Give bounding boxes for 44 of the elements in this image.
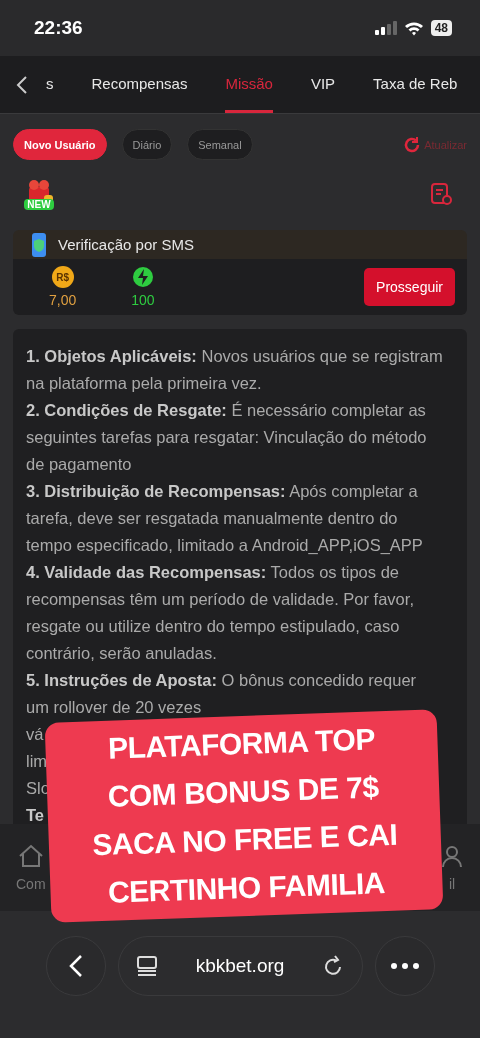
caption-text: COM BONUS DE 7$ bbox=[107, 769, 380, 815]
phone-shield-icon bbox=[32, 232, 46, 257]
back-icon[interactable] bbox=[16, 74, 28, 95]
tab[interactable]: Recompensas bbox=[91, 56, 188, 113]
filter-chip[interactable]: Diário bbox=[121, 129, 173, 160]
rule-text: vá bbox=[26, 724, 44, 745]
wifi-icon bbox=[403, 20, 424, 36]
filter-chip[interactable]: Semanal bbox=[187, 129, 253, 160]
reward-amount: 7,00 bbox=[49, 292, 77, 308]
caption-text: SACA NO FREE E CAI bbox=[91, 816, 398, 864]
rule-text: um rollover de 20 vezes bbox=[26, 697, 202, 718]
tab[interactable]: Missão bbox=[225, 56, 273, 113]
tab[interactable]: s bbox=[46, 56, 54, 113]
rule-text: 3. Distribuição de Recompensas: Após completar a tarefa, deve ser resgatada manualmente dentro do tempo especificado, limitado a Android_APP,iOS_APP bbox=[26, 481, 424, 556]
tab[interactable]: VIP bbox=[310, 56, 336, 113]
nav-label[interactable]: Com bbox=[16, 875, 46, 892]
more-icon[interactable] bbox=[390, 963, 419, 969]
points-amount: 100 bbox=[131, 292, 155, 308]
profile-icon[interactable] bbox=[440, 843, 464, 868]
rule-text: lim bbox=[26, 751, 48, 772]
nav-label[interactable]: il bbox=[448, 875, 456, 892]
filter-chip[interactable]: Novo Usuário bbox=[13, 129, 107, 160]
url-text: kbkbet.org bbox=[195, 955, 285, 977]
coin-icon: R$ bbox=[51, 266, 74, 288]
refresh-icon[interactable] bbox=[403, 135, 422, 154]
gift-badge: NEW bbox=[19, 178, 59, 210]
caption-text: CERTINHO FAMILIA bbox=[107, 865, 386, 911]
document-icon[interactable] bbox=[429, 182, 453, 206]
rule-text: 4. Validade das Recompensas: Todos os tipos de recompensas têm um período de validade. Por favor, resgate ou utilize dentro do tempo estipulado, caso contrário, serão anuladas. bbox=[26, 562, 415, 664]
rule-text: Te bbox=[26, 805, 45, 824]
task-title: Verificação por SMS bbox=[58, 236, 194, 253]
battery-icon: 48 bbox=[430, 20, 452, 36]
home-icon[interactable] bbox=[17, 843, 44, 868]
lightning-icon bbox=[131, 266, 154, 288]
rule-text: 1. Objetos Aplicáveis: Novos usuários que se registram na plataforma pela primeira vez. bbox=[26, 346, 444, 394]
caption-text: PLATAFORMA TOP bbox=[107, 721, 376, 767]
tabs-icon[interactable] bbox=[136, 956, 157, 976]
tab[interactable]: Taxa de Reb bbox=[373, 56, 458, 113]
signal-icon bbox=[374, 21, 397, 35]
rule-text: 2. Condições de Resgate: É necessário completar as seguintes tarefas para resgatar: Vinculação do método de pagamento bbox=[26, 400, 428, 475]
proceed-button[interactable]: Prosseguir bbox=[364, 268, 455, 306]
status-time: 22:36 bbox=[34, 17, 83, 39]
reload-icon[interactable] bbox=[323, 955, 344, 977]
rule-text: 5. Instruções de Aposta: O bônus concedido requer bbox=[26, 670, 418, 691]
